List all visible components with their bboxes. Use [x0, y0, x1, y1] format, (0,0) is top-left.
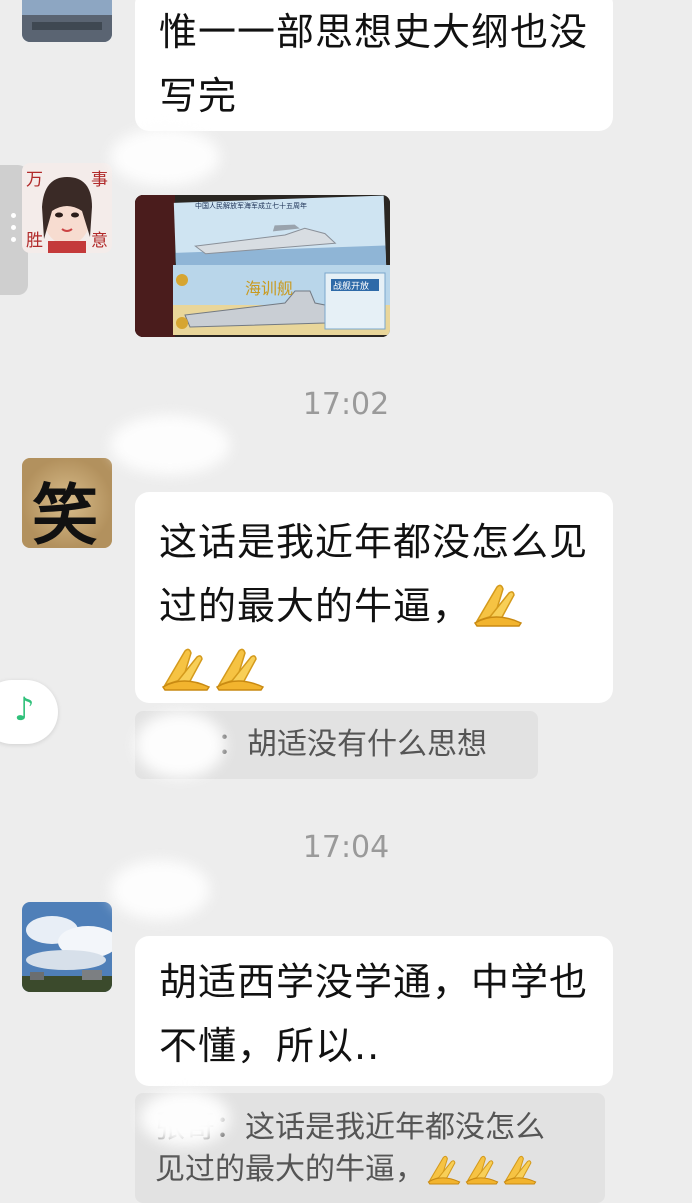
timestamp: 17:04 [302, 830, 390, 865]
quote-text: 见过的最大的牛逼， [155, 1152, 425, 1187]
timestamp: 17:02 [302, 387, 390, 422]
avatar[interactable] [22, 0, 112, 42]
avatar-calligraphy: 笑 [32, 476, 98, 548]
message-text: 这话是我近年都没怎么见过的最大的牛逼， [159, 520, 589, 628]
message-text: 胡适西学没学通，中学也不懂，所以.. [159, 960, 589, 1068]
message-bubble[interactable]: 这话是我近年都没怎么见过的最大的牛逼， [135, 492, 613, 703]
blurred-username [110, 860, 210, 920]
quote-text: 胡适没有什么思想 [247, 727, 487, 762]
avatar[interactable]: 笑 [22, 458, 112, 548]
music-player-button[interactable]: ♪ [0, 680, 58, 744]
avatar-char: 胜 [26, 231, 43, 251]
image-message[interactable]: 中国人民解放军海军成立七十五周年 海训舰 战舰开放 [135, 195, 390, 337]
folded-hands-icon [427, 1153, 461, 1185]
message-bubble[interactable]: 胡适西学没学通，中学也不懂，所以.. [135, 936, 613, 1086]
folded-hands-icon [465, 1153, 499, 1185]
blurred-username [110, 128, 220, 186]
avatar-char: 事 [91, 170, 108, 190]
blurred-username [140, 1090, 230, 1146]
folded-hands-icon [161, 645, 211, 691]
avatar[interactable] [22, 902, 112, 992]
image-caption: 战舰开放 [333, 282, 370, 292]
message-text: 惟一一部思想史大纲也没写完 [159, 10, 589, 118]
avatar-char: 意 [91, 231, 108, 251]
image-caption: 海训舰 [245, 279, 294, 298]
blurred-username [110, 415, 230, 475]
folded-hands-icon [503, 1153, 537, 1185]
blurred-username [135, 712, 225, 778]
message-bubble[interactable]: 惟一一部思想史大纲也没写完 [135, 0, 613, 131]
music-note-icon: ♪ [14, 690, 35, 728]
quote-text: 这话是我近年都没怎么 [245, 1110, 545, 1145]
folded-hands-icon [473, 581, 523, 627]
image-caption: 中国人民解放军海军成立七十五周年 [195, 202, 307, 210]
avatar[interactable]: 万 事 胜 意 [22, 163, 112, 253]
avatar-char: 万 [26, 170, 43, 190]
folded-hands-icon [215, 645, 265, 691]
